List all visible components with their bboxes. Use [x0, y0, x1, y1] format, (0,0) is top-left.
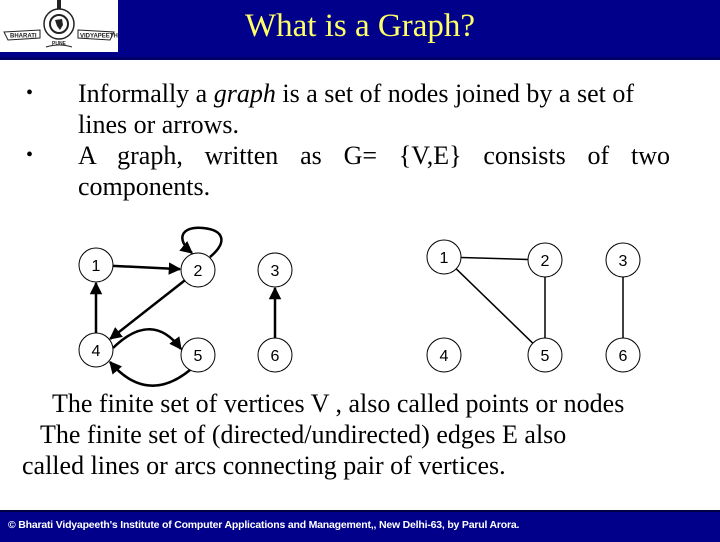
graph-diagrams: 1 2 3 4 5 6 1 2 3 4 5 6	[0, 215, 720, 390]
node-label-2: 2	[541, 253, 550, 270]
emphasized-term: graph	[213, 79, 276, 108]
header-divider	[0, 57, 720, 60]
logo-left-text: BHARATI	[10, 34, 37, 40]
node-label-6: 6	[271, 348, 280, 365]
slide-footer: © Bharati Vidyapeeth's Institute of Comp…	[0, 510, 720, 542]
footer-copyright: © Bharati Vidyapeeth's Institute of Comp…	[8, 519, 520, 531]
description: The finite set of vertices V , also call…	[0, 388, 720, 481]
node-label-6: 6	[619, 348, 628, 365]
institution-logo-icon: BHARATI VIDYAPEETH PUNE	[3, 0, 118, 48]
bullet-icon: •	[26, 82, 34, 104]
directed-graph: 1 2 3 4 5 6	[78, 226, 293, 387]
node-label-4: 4	[92, 343, 101, 360]
bullet-icon: •	[26, 144, 34, 166]
node-label-5: 5	[541, 348, 550, 365]
directed-edge-2-2	[179, 226, 223, 258]
bullet-text: A graph, written as G= {V,E} consists of…	[78, 141, 670, 201]
bullet-list: • Informally a graph is a set of nodes j…	[0, 78, 720, 202]
node-label-1: 1	[92, 258, 101, 275]
node-label-3: 3	[271, 263, 280, 280]
node-label-4: 4	[440, 348, 449, 365]
bullet-item: • Informally a graph is a set of nodes j…	[0, 78, 720, 140]
node-label-3: 3	[619, 253, 628, 270]
directed-edge-1-2	[112, 262, 182, 275]
undirected-edge-1-5	[455, 268, 534, 344]
description-line: The finite set of (directed/undirected) …	[40, 420, 567, 449]
slide-title: What is a Graph?	[245, 8, 475, 44]
node-label-2: 2	[194, 263, 203, 280]
undirected-edge-1-2	[460, 256, 529, 261]
institution-logo: BHARATI VIDYAPEETH PUNE	[0, 0, 118, 52]
logo-bottom-text: PUNE	[52, 41, 67, 47]
undirected-graph: 1 2 3 4 5 6	[426, 239, 641, 373]
logo-right-text: VIDYAPEETH	[80, 34, 118, 40]
node-label-5: 5	[194, 348, 203, 365]
description-line: The finite set of vertices V , also call…	[52, 389, 625, 418]
directed-edge-5-4	[109, 361, 191, 387]
bullet-text: Informally a graph is a set of nodes joi…	[78, 79, 635, 139]
directed-edge-4-5	[112, 328, 183, 351]
bullet-item: • A graph, written as G= {V,E} consists …	[0, 140, 720, 202]
slide-header: BHARATI VIDYAPEETH PUNE What is a Graph?	[0, 0, 720, 57]
graph-svg: 1 2 3 4 5 6 1 2 3 4 5 6	[78, 226, 641, 387]
description-line: called lines or arcs connecting pair of …	[22, 451, 506, 480]
node-label-1: 1	[440, 250, 449, 267]
